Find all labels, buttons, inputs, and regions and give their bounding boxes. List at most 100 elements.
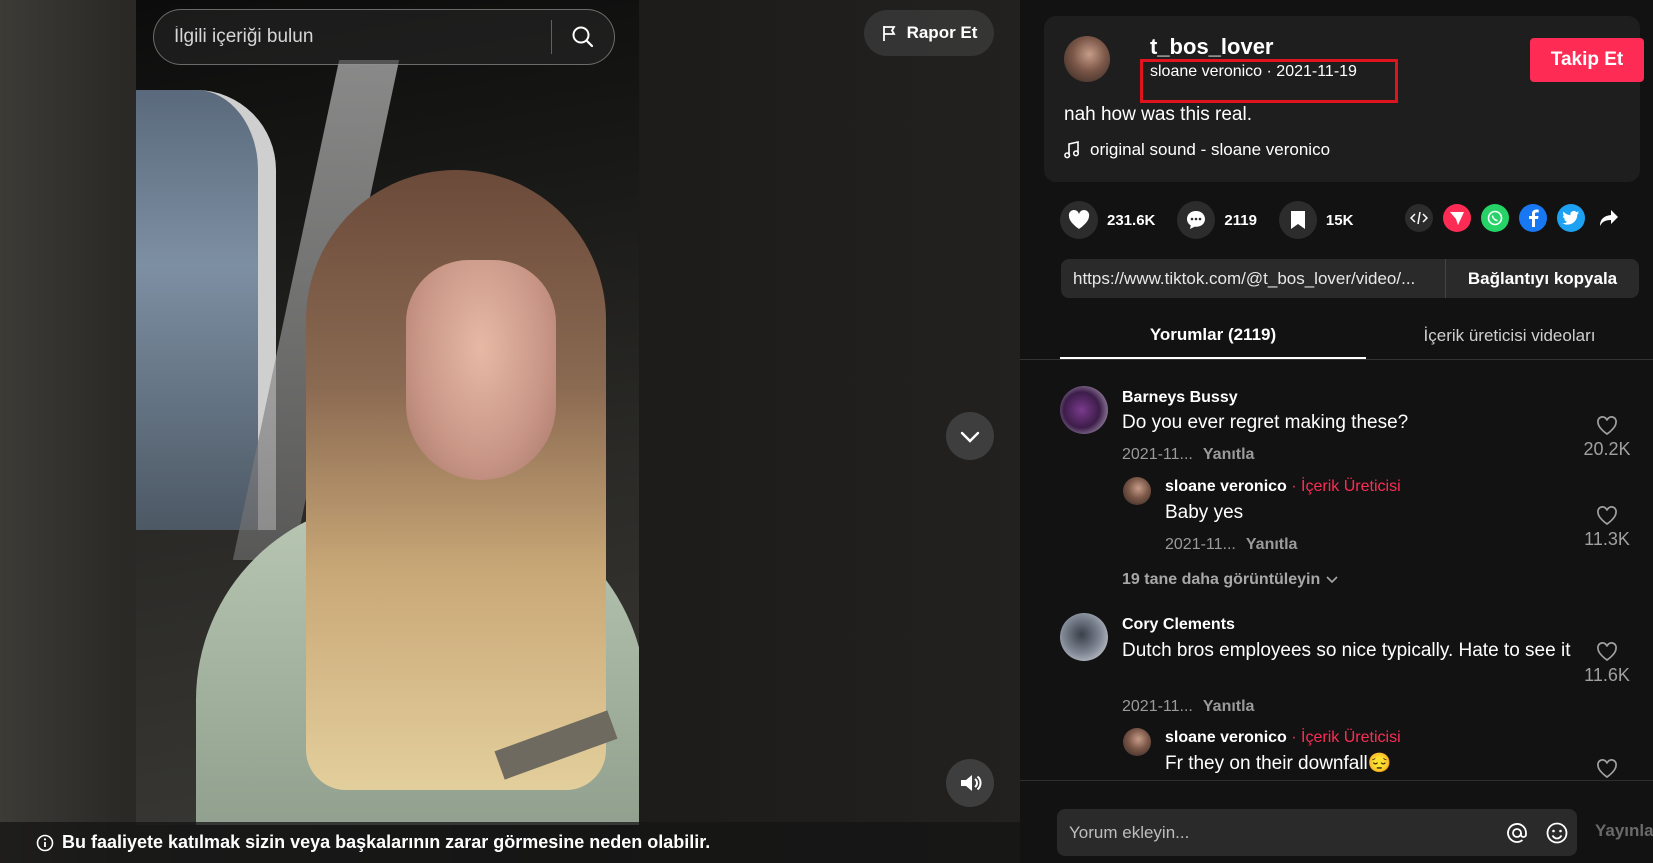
reply-date: 2021-11... bbox=[1165, 536, 1236, 553]
comment-like-count: 20.2K bbox=[1583, 439, 1631, 459]
view-more-replies[interactable]: 19 tane daha görüntüleyin bbox=[1122, 571, 1338, 589]
tab-creator-videos[interactable]: İçerik üreticisi videoları bbox=[1366, 313, 1653, 359]
video-caption: nah how was this real. bbox=[1064, 104, 1252, 125]
comment-input-wrap bbox=[1057, 809, 1577, 856]
tab-bar: Yorumlar (2119) İçerik üreticisi videola… bbox=[1020, 313, 1653, 360]
share-arrow-icon bbox=[1600, 210, 1618, 226]
save-stat[interactable]: 15K bbox=[1278, 201, 1354, 239]
reply-author-name: sloane veronico bbox=[1165, 729, 1287, 746]
bookmark-icon bbox=[1290, 211, 1305, 229]
comment-author[interactable]: Cory Clements bbox=[1122, 616, 1235, 634]
search-icon bbox=[572, 26, 594, 48]
send-icon bbox=[1450, 212, 1464, 225]
reply-like[interactable]: 11.3K bbox=[1577, 506, 1637, 550]
view-more-label: 19 tane daha görüntüleyin bbox=[1122, 571, 1321, 588]
facebook-icon bbox=[1529, 209, 1539, 227]
warning-banner: Bu faaliyete katılmak sizin veya başkala… bbox=[0, 822, 1020, 863]
comment-meta: 2021-11... Yanıtla bbox=[1122, 446, 1254, 464]
post-button[interactable]: Yayınla bbox=[1595, 821, 1653, 841]
heart-outline-icon bbox=[1597, 506, 1617, 526]
comment-date: 2021-11... bbox=[1122, 446, 1193, 463]
author-avatar[interactable] bbox=[1064, 36, 1110, 82]
reply-link[interactable]: Yanıtla bbox=[1203, 446, 1255, 463]
author-card: t_bos_lover sloane veronico · 2021-11-19… bbox=[1044, 16, 1644, 182]
comment-meta: 2021-11... Yanıtla bbox=[1122, 698, 1254, 716]
next-video-button[interactable] bbox=[946, 412, 994, 460]
reply-link[interactable]: Yanıtla bbox=[1203, 698, 1255, 715]
video-scene-face bbox=[406, 260, 556, 480]
whatsapp-button[interactable] bbox=[1481, 204, 1509, 232]
comment-like[interactable]: 20.2K bbox=[1577, 416, 1637, 460]
comment-composer: Yayınla bbox=[1020, 780, 1653, 863]
like-stat[interactable]: 231.6K bbox=[1060, 201, 1155, 239]
reply-like[interactable] bbox=[1577, 759, 1637, 780]
emoji-icon bbox=[1546, 822, 1568, 843]
search-bar bbox=[153, 9, 615, 65]
comment-date: 2021-11... bbox=[1122, 698, 1193, 715]
comment-like[interactable]: 11.6K bbox=[1577, 642, 1637, 686]
comment-avatar[interactable] bbox=[1060, 613, 1108, 661]
stats-row: 231.6K 2119 15K bbox=[1060, 200, 1375, 240]
reply-like-count: 11.3K bbox=[1584, 529, 1630, 549]
mention-button[interactable] bbox=[1497, 813, 1537, 853]
sound-label: original sound - sloane veronico bbox=[1090, 140, 1331, 159]
comment-like-count: 11.6K bbox=[1584, 665, 1630, 685]
tab-comments[interactable]: Yorumlar (2119) bbox=[1060, 313, 1366, 359]
search-input[interactable] bbox=[154, 26, 551, 48]
twitter-button[interactable] bbox=[1557, 204, 1585, 232]
at-icon bbox=[1507, 822, 1527, 843]
comment-input[interactable] bbox=[1057, 822, 1497, 843]
comment-text: Dutch bros employees so nice typically. … bbox=[1122, 640, 1571, 661]
share-row bbox=[1405, 204, 1623, 232]
heart-outline-icon bbox=[1597, 642, 1617, 662]
music-note-icon bbox=[1064, 141, 1080, 159]
video-area: Rapor Et Bu faaliyete katılmak sizin vey… bbox=[0, 0, 1020, 863]
heart-outline-icon bbox=[1597, 416, 1617, 436]
reply-author[interactable]: sloane veronico · İçerik Üreticisi bbox=[1165, 729, 1401, 747]
volume-button[interactable] bbox=[946, 759, 994, 807]
flag-icon bbox=[882, 26, 896, 41]
reply-meta: 2021-11... Yanıtla bbox=[1165, 536, 1297, 554]
comment-avatar[interactable] bbox=[1060, 386, 1108, 434]
sound-link[interactable]: original sound - sloane veronico bbox=[1064, 140, 1330, 160]
report-label: Rapor Et bbox=[906, 23, 978, 42]
chevron-down-icon bbox=[1326, 576, 1338, 584]
follow-button[interactable]: Takip Et bbox=[1530, 38, 1644, 82]
whatsapp-icon bbox=[1487, 210, 1503, 226]
video-player[interactable] bbox=[136, 0, 639, 825]
comment-count: 2119 bbox=[1224, 211, 1257, 229]
reply-text: Baby yes bbox=[1165, 502, 1244, 523]
reply-link[interactable]: Yanıtla bbox=[1246, 536, 1298, 553]
comment-list: Barneys Bussy Do you ever regret making … bbox=[1020, 370, 1653, 780]
creator-badge: · İçerik Üreticisi bbox=[1291, 729, 1401, 746]
embed-button[interactable] bbox=[1405, 204, 1433, 232]
emoji-button[interactable] bbox=[1537, 813, 1577, 853]
reply-author-name: sloane veronico bbox=[1165, 478, 1287, 495]
link-row: https://www.tiktok.com/@t_bos_lover/vide… bbox=[1061, 259, 1639, 298]
highlight-box bbox=[1140, 59, 1398, 103]
info-icon bbox=[36, 834, 54, 851]
video-link[interactable]: https://www.tiktok.com/@t_bos_lover/vide… bbox=[1061, 269, 1445, 289]
copy-link-button[interactable]: Bağlantıyı kopyala bbox=[1445, 259, 1639, 298]
creator-badge: · İçerik Üreticisi bbox=[1291, 478, 1401, 495]
warning-text: Bu faaliyete katılmak sizin veya başkala… bbox=[62, 832, 711, 852]
report-button[interactable]: Rapor Et bbox=[864, 10, 994, 56]
facebook-button[interactable] bbox=[1519, 204, 1547, 232]
comment-text: Do you ever regret making these? bbox=[1122, 412, 1409, 433]
embed-icon bbox=[1410, 211, 1428, 225]
comment-author[interactable]: Barneys Bussy bbox=[1122, 389, 1238, 407]
send-button[interactable] bbox=[1443, 204, 1471, 232]
side-panel: t_bos_lover sloane veronico · 2021-11-19… bbox=[1020, 0, 1653, 863]
twitter-icon bbox=[1562, 211, 1579, 225]
reply-text: Fr they on their downfall😔 bbox=[1165, 753, 1392, 774]
share-button[interactable] bbox=[1595, 204, 1623, 232]
reply-author[interactable]: sloane veronico · İçerik Üreticisi bbox=[1165, 478, 1401, 496]
author-username[interactable]: t_bos_lover bbox=[1150, 34, 1274, 60]
reply-avatar[interactable] bbox=[1123, 477, 1151, 505]
comment-icon bbox=[1187, 211, 1206, 229]
like-count: 231.6K bbox=[1107, 211, 1156, 229]
reply-avatar[interactable] bbox=[1123, 728, 1151, 756]
comment-stat[interactable]: 2119 bbox=[1177, 201, 1257, 239]
save-count: 15K bbox=[1325, 211, 1354, 229]
search-button[interactable] bbox=[552, 9, 614, 65]
